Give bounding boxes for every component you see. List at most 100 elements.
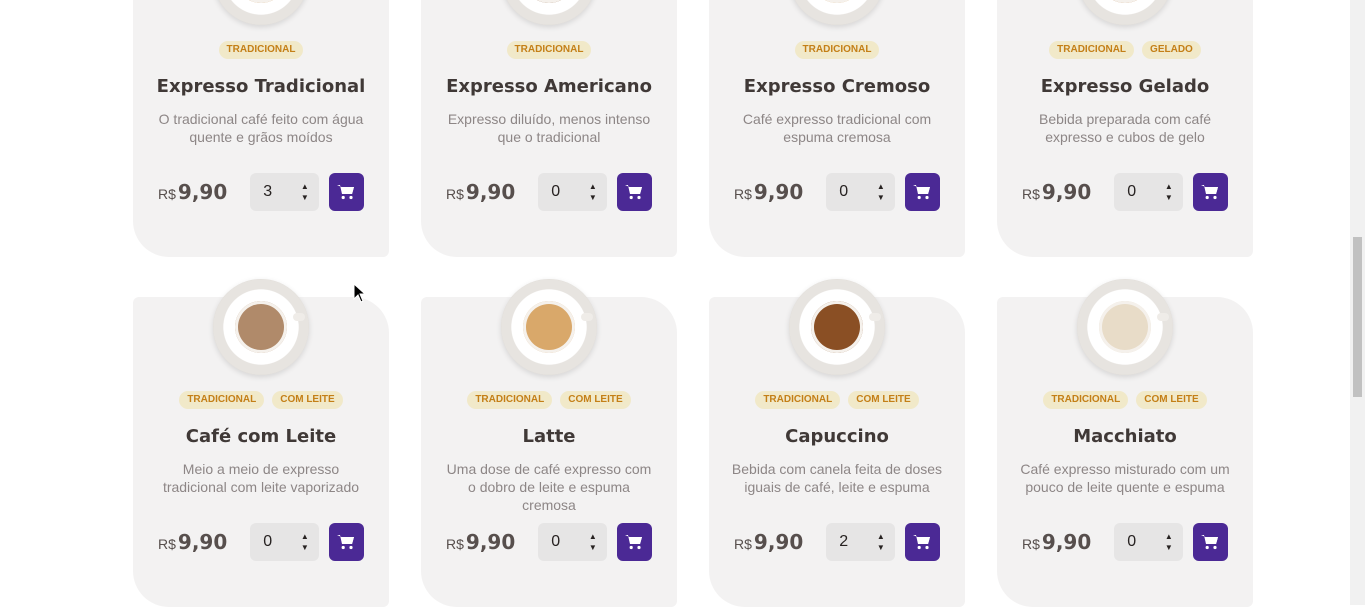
- product-name: Expresso Americano: [446, 76, 652, 97]
- price-value: 9,90: [1041, 180, 1092, 204]
- price-currency: R$: [734, 536, 752, 552]
- quantity-spinner: ▲ ▼: [301, 532, 309, 552]
- price: R$ 9,90: [734, 180, 803, 204]
- buy-section: R$ 9,90 0 ▲ ▼: [1022, 173, 1228, 211]
- price: R$ 9,90: [446, 530, 515, 554]
- quantity-spinner: ▲ ▼: [877, 182, 885, 202]
- price: R$ 9,90: [734, 530, 803, 554]
- buy-section: R$ 9,90 0 ▲ ▼: [734, 173, 940, 211]
- chevron-up-icon[interactable]: ▲: [589, 182, 597, 191]
- coffee-cup-image: [501, 279, 597, 375]
- coffee-cup-image: [789, 279, 885, 375]
- quantity-value[interactable]: 0: [1127, 533, 1136, 551]
- coffee-cup-image: [213, 0, 309, 25]
- coffee-cup-image: [501, 0, 597, 25]
- product-card: TRADICIONAL COM LEITE Café com Leite Meio…: [133, 279, 389, 607]
- add-to-cart-button[interactable]: [616, 173, 652, 211]
- chevron-up-icon[interactable]: ▲: [877, 532, 885, 541]
- add-to-cart-button[interactable]: [616, 523, 652, 561]
- quantity-stepper[interactable]: 0 ▲ ▼: [538, 173, 607, 211]
- product-tag: TRADICIONAL: [506, 41, 592, 59]
- add-to-cart-button[interactable]: [1192, 173, 1228, 211]
- quantity-value[interactable]: 0: [551, 183, 560, 201]
- chevron-up-icon[interactable]: ▲: [301, 532, 309, 541]
- price-currency: R$: [158, 186, 176, 202]
- product-description: O tradicional café feito com água quente…: [158, 111, 364, 145]
- product-tag: TRADICIONAL: [179, 391, 265, 409]
- quantity-stepper[interactable]: 2 ▲ ▼: [826, 523, 895, 561]
- chevron-up-icon[interactable]: ▲: [301, 182, 309, 191]
- buy-section: R$ 9,90 0 ▲ ▼: [446, 523, 652, 561]
- product-name: Capuccino: [785, 426, 889, 447]
- quantity-stepper[interactable]: 0 ▲ ▼: [538, 523, 607, 561]
- product-tag: TRADICIONAL: [1049, 41, 1135, 59]
- product-tag: TRADICIONAL: [1043, 391, 1129, 409]
- price: R$ 9,90: [446, 180, 515, 204]
- quantity-value[interactable]: 0: [1127, 183, 1136, 201]
- tag-list: TRADICIONAL COM LEITE: [997, 391, 1253, 409]
- quantity-value[interactable]: 0: [839, 183, 848, 201]
- price-value: 9,90: [1041, 530, 1092, 554]
- quantity-value[interactable]: 2: [839, 533, 848, 551]
- shopping-cart-icon: [625, 535, 643, 550]
- buy-section: R$ 9,90 3 ▲ ▼: [158, 173, 364, 211]
- add-to-cart-button[interactable]: [328, 173, 364, 211]
- scrollbar[interactable]: [1350, 0, 1365, 605]
- price-currency: R$: [1022, 186, 1040, 202]
- product-name: Latte: [522, 426, 576, 447]
- quantity-spinner: ▲ ▼: [301, 182, 309, 202]
- product-name: Macchiato: [1073, 426, 1177, 447]
- chevron-up-icon[interactable]: ▲: [877, 182, 885, 191]
- chevron-up-icon[interactable]: ▲: [589, 532, 597, 541]
- product-card: TRADICIONAL GELADO Expresso Gelado Bebida…: [997, 0, 1253, 257]
- chevron-down-icon[interactable]: ▼: [1165, 543, 1173, 552]
- quantity-value[interactable]: 0: [263, 533, 272, 551]
- quantity-value[interactable]: 3: [263, 183, 272, 201]
- buy-section: R$ 9,90 2 ▲ ▼: [734, 523, 940, 561]
- coffee-cup-image: [213, 279, 309, 375]
- chevron-up-icon[interactable]: ▲: [1165, 532, 1173, 541]
- chevron-up-icon[interactable]: ▲: [1165, 182, 1173, 191]
- price-currency: R$: [446, 536, 464, 552]
- product-name: Expresso Cremoso: [743, 76, 931, 97]
- quantity-stepper[interactable]: 3 ▲ ▼: [250, 173, 319, 211]
- quantity-spinner: ▲ ▼: [877, 532, 885, 552]
- product-description: Bebida preparada com café expresso e cub…: [1039, 111, 1211, 145]
- product-tag: TRADICIONAL: [794, 41, 880, 59]
- quantity-spinner: ▲ ▼: [589, 182, 597, 202]
- price-value: 9,90: [465, 180, 516, 204]
- chevron-down-icon[interactable]: ▼: [301, 193, 309, 202]
- chevron-down-icon[interactable]: ▼: [589, 543, 597, 552]
- price: R$ 9,90: [1022, 180, 1091, 204]
- quantity-stepper[interactable]: 0 ▲ ▼: [826, 173, 895, 211]
- product-tag: TRADICIONAL: [467, 391, 553, 409]
- product-card: TRADICIONAL COM LEITE Latte Uma dose de c…: [421, 279, 677, 607]
- add-to-cart-button[interactable]: [904, 173, 940, 211]
- price-value: 9,90: [753, 180, 804, 204]
- add-to-cart-button[interactable]: [904, 523, 940, 561]
- product-card: TRADICIONAL Expresso Tradicional O tradi…: [133, 0, 389, 257]
- coffee-cup-image: [1077, 0, 1173, 25]
- price-value: 9,90: [177, 180, 228, 204]
- scrollbar-thumb[interactable]: [1353, 237, 1362, 397]
- chevron-down-icon[interactable]: ▼: [877, 193, 885, 202]
- quantity-spinner: ▲ ▼: [1165, 182, 1173, 202]
- product-tag: TRADICIONAL: [218, 41, 304, 59]
- quantity-stepper[interactable]: 0 ▲ ▼: [1114, 523, 1183, 561]
- chevron-down-icon[interactable]: ▼: [1165, 193, 1173, 202]
- price: R$ 9,90: [158, 530, 227, 554]
- add-to-cart-button[interactable]: [1192, 523, 1228, 561]
- chevron-down-icon[interactable]: ▼: [877, 543, 885, 552]
- tag-list: TRADICIONAL COM LEITE: [709, 391, 965, 409]
- price-value: 9,90: [753, 530, 804, 554]
- add-to-cart-button[interactable]: [328, 523, 364, 561]
- price-currency: R$: [734, 186, 752, 202]
- chevron-down-icon[interactable]: ▼: [301, 543, 309, 552]
- chevron-down-icon[interactable]: ▼: [589, 193, 597, 202]
- quantity-stepper[interactable]: 0 ▲ ▼: [1114, 173, 1183, 211]
- coffee-cup-image: [789, 0, 885, 25]
- price: R$ 9,90: [158, 180, 227, 204]
- product-card: TRADICIONAL COM LEITE Macchiato Café expr…: [997, 279, 1253, 607]
- quantity-stepper[interactable]: 0 ▲ ▼: [250, 523, 319, 561]
- quantity-value[interactable]: 0: [551, 533, 560, 551]
